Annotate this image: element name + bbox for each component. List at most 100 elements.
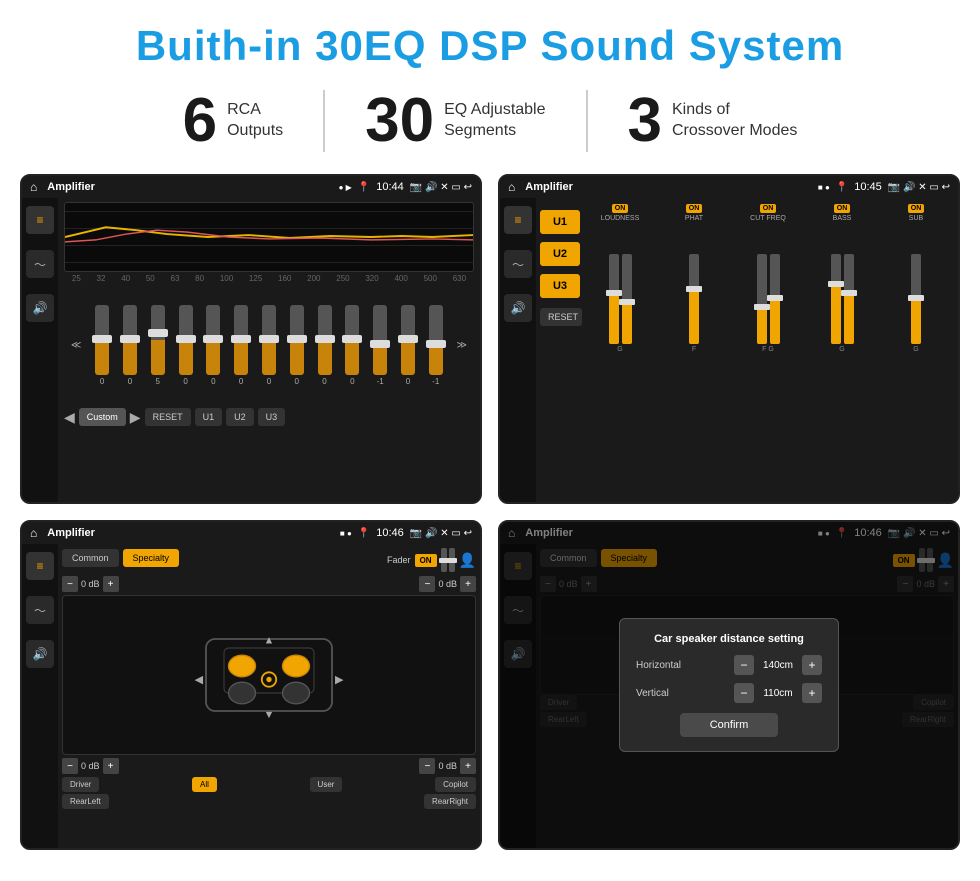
stat-eq-label: EQ Adjustable Segments [444, 100, 545, 142]
fader-vslider-1[interactable] [441, 548, 447, 572]
vol-minus-left-2[interactable]: − [62, 758, 78, 774]
horizontal-value: 140cm [758, 660, 798, 671]
stat-eq: 30 EQ Adjustable Segments [325, 90, 587, 152]
u2-btn[interactable]: U2 [540, 242, 580, 266]
crossover-speaker-btn[interactable]: 🔊 [504, 294, 532, 322]
copilot-btn[interactable]: Copilot [435, 777, 476, 792]
fader-status-bar: ⌂ Amplifier ■ ● 📍 10:46 📷 🔊 ✕ ▭ ↩ [22, 522, 480, 544]
vol-minus-left-1[interactable]: − [62, 576, 78, 592]
loudness-slider-2[interactable] [622, 254, 632, 344]
eq-slider-1: 0 [95, 305, 109, 386]
phat-sliders [689, 224, 699, 344]
eq-slider-3: 5 [151, 305, 165, 386]
vol-value-right-2: 0 dB [438, 761, 457, 771]
location-icon-3: 📍 [358, 528, 370, 539]
vertical-plus-btn[interactable]: + [802, 683, 822, 703]
eq-expand-right[interactable]: ≫ [457, 340, 467, 351]
fader-filter-btn[interactable]: ≡ [26, 552, 54, 580]
eq-preset-custom[interactable]: Custom [79, 408, 126, 426]
home-icon[interactable]: ⌂ [30, 180, 37, 194]
eq-status-bar: ⌂ Amplifier ● ▶ 📍 10:44 📷 🔊 ✕ ▭ ↩ [22, 176, 480, 198]
vol-minus-right-1[interactable]: − [419, 576, 435, 592]
vol-plus-right-2[interactable]: + [460, 758, 476, 774]
crossover-content: U1 U2 U3 RESET ON LOUDNESS [536, 198, 958, 502]
crossover-body: ≡ 〜 🔊 U1 U2 U3 RESET ON LOUDNESS [500, 198, 958, 502]
vol-minus-right-2[interactable]: − [419, 758, 435, 774]
eq-slider-12: 0 [401, 305, 415, 386]
vol-plus-left-2[interactable]: + [103, 758, 119, 774]
fader-tabs: Common Specialty [62, 549, 179, 567]
eq-u1-btn[interactable]: U1 [195, 408, 223, 426]
crossover-screen: ⌂ Amplifier ■ ● 📍 10:45 📷 🔊 ✕ ▭ ↩ ≡ 〜 🔊 … [498, 174, 960, 504]
fader-vslider-2[interactable] [449, 548, 455, 572]
tab-specialty[interactable]: Specialty [123, 549, 180, 567]
sub-slider-1[interactable] [911, 254, 921, 344]
home-icon-3[interactable]: ⌂ [30, 526, 37, 540]
bass-slider-2[interactable] [844, 254, 854, 344]
eq-expand-left[interactable]: ≪ [71, 340, 81, 351]
fader-person-icon[interactable]: 👤 [459, 552, 476, 569]
channel-bass: ON BASS G [808, 204, 876, 496]
freq-labels: 25 32 40 50 63 80 100 125 160 200 250 32… [64, 272, 474, 285]
eq-wave-btn[interactable]: 〜 [26, 250, 54, 278]
eq-u2-btn[interactable]: U2 [226, 408, 254, 426]
eq-slider-13: -1 [429, 305, 443, 386]
eq-speaker-btn[interactable]: 🔊 [26, 294, 54, 322]
crossover-title: Amplifier [525, 181, 812, 193]
bass-slider-1[interactable] [831, 254, 841, 344]
eq-slider-5: 0 [206, 305, 220, 386]
vertical-minus-btn[interactable]: − [734, 683, 754, 703]
rearleft-btn[interactable]: RearLeft [62, 794, 109, 809]
loudness-slider-1[interactable] [609, 254, 619, 344]
loudness-on-label: ON [612, 204, 629, 213]
fader-side-controls: ≡ 〜 🔊 [22, 544, 58, 848]
eq-filter-btn[interactable]: ≡ [26, 206, 54, 234]
fader-main-area: Common Specialty Fader ON [58, 544, 480, 848]
rearright-btn[interactable]: RearRight [424, 794, 476, 809]
vol-plus-left-1[interactable]: + [103, 576, 119, 592]
eq-slider-2: 0 [123, 305, 137, 386]
all-btn[interactable]: All [192, 777, 217, 792]
fader-wave-btn[interactable]: 〜 [26, 596, 54, 624]
crossover-status-icons: 📷 🔊 ✕ ▭ ↩ [888, 182, 950, 193]
eq-slider-9: 0 [318, 305, 332, 386]
driver-btn[interactable]: Driver [62, 777, 99, 792]
confirm-button[interactable]: Confirm [680, 713, 779, 737]
stat-crossover-label: Kinds of Crossover Modes [672, 100, 797, 142]
stat-rca-label: RCA Outputs [227, 100, 283, 142]
crossover-reset-btn[interactable]: RESET [540, 308, 582, 326]
u3-btn[interactable]: U3 [540, 274, 580, 298]
sub-val: G [913, 346, 918, 353]
sub-name: SUB [909, 215, 923, 222]
location-icon: 📍 [358, 182, 370, 193]
tab-common[interactable]: Common [62, 549, 119, 567]
channel-sub: ON SUB G [882, 204, 950, 496]
crossover-channels: ON LOUDNESS G [582, 202, 954, 498]
loudness-val: G [617, 346, 622, 353]
channel-phat: ON PHAT F [660, 204, 728, 496]
phat-slider-1[interactable] [689, 254, 699, 344]
user-btn[interactable]: User [310, 777, 343, 792]
horizontal-plus-btn[interactable]: + [802, 655, 822, 675]
u1-btn[interactable]: U1 [540, 210, 580, 234]
car-diagram: ▲ ▼ ◀ ▶ [62, 595, 476, 755]
cutfreq-slider-1[interactable] [757, 254, 767, 344]
cutfreq-slider-2[interactable] [770, 254, 780, 344]
eq-reset-btn[interactable]: RESET [145, 408, 191, 426]
eq-prev-btn[interactable]: ◀ [64, 409, 75, 426]
fader-on-btn[interactable]: ON [415, 554, 437, 567]
bass-on-label: ON [834, 204, 851, 213]
bass-val: G [839, 346, 844, 353]
home-icon-2[interactable]: ⌂ [508, 180, 515, 194]
distance-screen: ⌂ Amplifier ■ ● 📍 10:46 📷 🔊 ✕ ▭ ↩ ≡ 〜 🔊 … [498, 520, 960, 850]
eq-next-btn[interactable]: ▶ [130, 409, 141, 426]
horizontal-minus-btn[interactable]: − [734, 655, 754, 675]
vol-row-1: − 0 dB + − 0 dB + [62, 576, 476, 592]
crossover-wave-btn[interactable]: 〜 [504, 250, 532, 278]
loudness-name: LOUDNESS [601, 215, 640, 222]
fader-speaker-btn[interactable]: 🔊 [26, 640, 54, 668]
crossover-filter-btn[interactable]: ≡ [504, 206, 532, 234]
cutfreq-sliders [757, 224, 780, 344]
vol-plus-right-1[interactable]: + [460, 576, 476, 592]
eq-u3-btn[interactable]: U3 [258, 408, 286, 426]
